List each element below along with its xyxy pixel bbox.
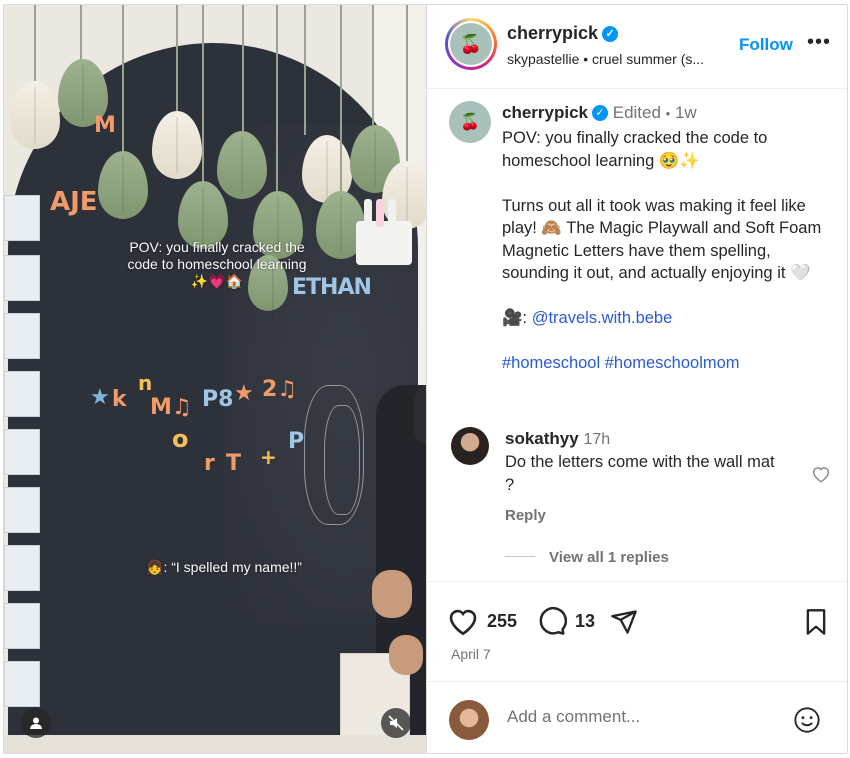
hashtags[interactable]: #homeschool #homeschoolmom <box>502 352 837 375</box>
caption-avatar[interactable]: 🍒 <box>449 101 491 143</box>
crayon-holder <box>356 199 412 265</box>
magnet-letter: k <box>112 387 127 412</box>
comment-like-button[interactable] <box>811 465 831 488</box>
user-tag-icon <box>30 717 42 729</box>
reply-button[interactable]: Reply <box>505 507 546 524</box>
magnet-letter: r <box>204 451 215 476</box>
edited-label: Edited <box>612 103 661 122</box>
post-details-panel: 🍒 cherrypick ✓ skypastellie • cruel summe… <box>426 5 847 753</box>
magnet-letter: 2♫ <box>262 377 298 402</box>
commenter-username[interactable]: sokathyy <box>505 429 579 448</box>
comment-count: 13 <box>575 610 596 631</box>
magnet-letter: M <box>94 113 116 138</box>
macrame-leaf <box>10 81 60 149</box>
save-button[interactable] <box>803 608 829 636</box>
comment-button[interactable]: 13 <box>537 606 595 636</box>
share-icon <box>611 610 637 634</box>
current-user-avatar <box>449 700 489 740</box>
like-count: 255 <box>487 610 518 631</box>
verified-badge-icon: ✓ <box>592 105 608 121</box>
magnet-star: ★ <box>234 381 254 406</box>
view-replies-button[interactable]: View all 1 replies <box>505 549 669 566</box>
emoji-icon <box>794 707 820 733</box>
cherry-logo-icon: 🍒 <box>450 23 492 65</box>
comment-input[interactable] <box>507 707 767 727</box>
comment-text: Do the letters come with the wall mat ? <box>505 453 775 494</box>
verified-badge-icon: ✓ <box>602 26 619 42</box>
follow-button[interactable]: Follow <box>739 35 793 55</box>
caption-username[interactable]: cherrypick <box>502 103 588 122</box>
audio-attribution[interactable]: skypastellie • cruel summer (s... <box>507 51 704 67</box>
bookmark-icon <box>806 609 826 635</box>
video-caption-top: POV: you finally cracked the code to hom… <box>127 239 307 289</box>
profile-avatar[interactable]: 🍒 <box>445 18 497 70</box>
muted-icon <box>388 715 404 731</box>
post-header: 🍒 cherrypick ✓ skypastellie • cruel summe… <box>427 5 847 89</box>
magnet-letter: + <box>260 445 277 469</box>
caption-paragraph: Turns out all it took was making it feel… <box>502 196 822 283</box>
comment-icon <box>539 607 567 635</box>
action-bar: 255 13 April 7 <box>427 581 847 681</box>
more-options-icon[interactable]: ••• <box>807 31 831 54</box>
heart-icon <box>449 609 477 636</box>
comment-time: 17h <box>583 431 611 448</box>
video-caption-bottom: 👧: “I spelled my name!!” <box>146 559 302 575</box>
share-button[interactable] <box>609 608 639 636</box>
user-tag-button[interactable] <box>21 708 51 738</box>
post-username[interactable]: cherrypick <box>507 23 598 43</box>
post-time: 1w <box>674 103 697 122</box>
magnet-letter: M♫ <box>150 395 192 420</box>
magnet-letter: o <box>172 425 189 453</box>
magnet-letter: T <box>226 451 242 476</box>
caption-section: 🍒 cherrypick ✓ Edited • 1w POV: you final… <box>427 89 847 581</box>
magnet-letter: n <box>138 371 153 395</box>
post-date[interactable]: April 7 <box>451 646 491 662</box>
magnet-letter: P8 <box>202 387 234 412</box>
caption-paragraph: POV: you finally cracked the code to hom… <box>502 129 768 170</box>
alphabet-cards <box>4 195 42 735</box>
magnet-letter: P <box>288 429 305 454</box>
commenter-avatar[interactable] <box>451 427 489 465</box>
heart-icon <box>812 467 830 483</box>
like-button[interactable]: 255 <box>447 606 517 636</box>
caption-text: POV: you finally cracked the code to hom… <box>502 127 837 397</box>
magnet-star: ★ <box>90 385 110 410</box>
credit-link[interactable]: @travels.with.bebe <box>532 309 673 327</box>
emoji-button[interactable] <box>793 706 821 739</box>
mute-button[interactable] <box>381 708 411 738</box>
magnet-letters: AJE <box>50 187 98 217</box>
add-comment-bar <box>427 681 847 753</box>
instagram-post: AJE M ETHAN ★ k n M♫ P8 ★ 2♫ o r T + P P… <box>3 4 848 754</box>
post-video[interactable]: AJE M ETHAN ★ k n M♫ P8 ★ 2♫ o r T + P P… <box>4 5 426 753</box>
